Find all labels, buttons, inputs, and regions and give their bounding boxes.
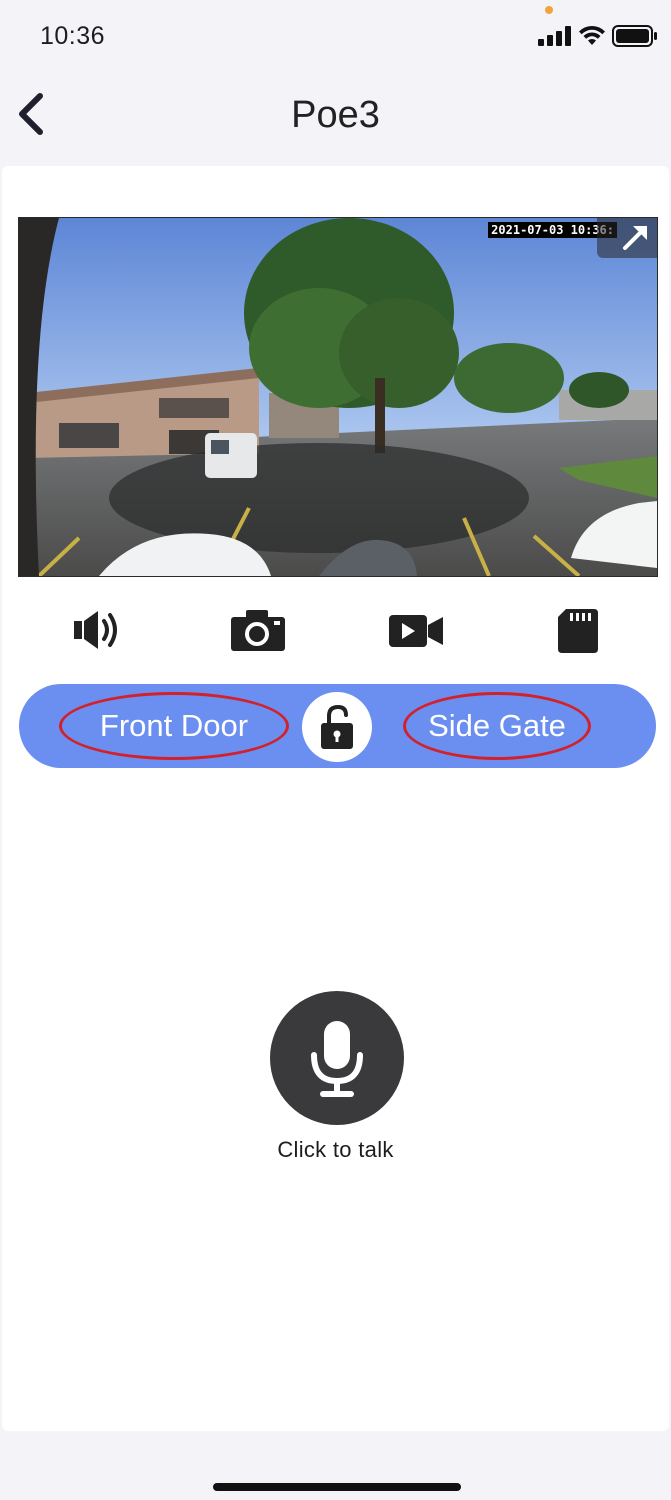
camera-feed-image	[19, 218, 657, 576]
door-lock-bar: Front Door Side Gate	[19, 684, 656, 768]
microphone-icon	[311, 1021, 363, 1097]
fullscreen-button[interactable]	[597, 218, 657, 258]
side-gate-button[interactable]: Side Gate	[403, 692, 591, 760]
wifi-icon	[579, 25, 605, 45]
live-video-view[interactable]: 2021-07-03 10:36:	[18, 217, 658, 577]
front-door-button[interactable]: Front Door	[59, 692, 289, 760]
status-time: 10:36	[40, 22, 106, 50]
unlock-icon	[321, 704, 353, 749]
page-title: Poe3	[291, 94, 380, 136]
video-record-icon	[389, 615, 443, 647]
unlock-button[interactable]	[302, 692, 372, 762]
nav-bar: Poe3	[0, 70, 671, 166]
camera-icon	[231, 610, 285, 651]
record-button[interactable]	[386, 603, 446, 657]
talk-label: Click to talk	[277, 1137, 394, 1162]
highlight-ring	[59, 692, 289, 760]
speaker-button[interactable]	[68, 603, 128, 657]
expand-icon	[623, 226, 647, 250]
sd-card-icon	[558, 609, 598, 653]
privacy-indicator-dot	[545, 6, 553, 14]
speaker-icon	[74, 611, 117, 649]
microphone-button[interactable]	[270, 991, 404, 1125]
battery-icon	[612, 25, 657, 47]
cellular-signal-icon	[538, 26, 571, 46]
home-indicator	[213, 1483, 461, 1491]
highlight-ring	[403, 692, 591, 760]
status-bar: 10:36	[0, 0, 671, 70]
snapshot-button[interactable]	[228, 603, 288, 657]
sd-card-button[interactable]	[548, 603, 608, 657]
